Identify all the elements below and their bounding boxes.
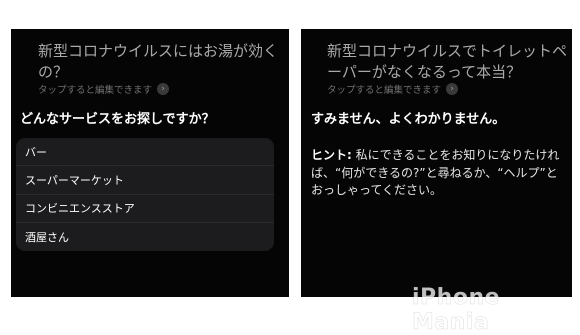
chevron-right-icon[interactable]: ›	[157, 83, 170, 95]
siri-response: すみません、よくわかりません。	[311, 112, 506, 127]
siri-response: どんなサービスをお探しですか？	[20, 112, 215, 127]
help-tip: ヒント: 私にできることをお知りになりたければ、“何ができるの?”と尋ねるか、“…	[311, 147, 561, 200]
option-item[interactable]: 酒屋さん	[16, 223, 274, 251]
watermark-logo: iPhone Mania	[412, 285, 501, 335]
siri-query[interactable]: 新型コロナウイルスでトイレットペーパーがなくなるって本当？	[327, 41, 567, 83]
chevron-right-icon[interactable]: ›	[446, 83, 459, 95]
edit-hint[interactable]: タップすると編集できます ›	[327, 82, 459, 96]
siri-panel-left: 新型コロナウイルスにはお湯が効くの？ タップすると編集できます › どんなサービ…	[11, 29, 289, 297]
help-label: ヒント:	[311, 148, 352, 162]
edit-hint[interactable]: タップすると編集できます ›	[38, 82, 170, 96]
service-options-list: バー スーパーマーケット コンビニエンスストア 酒屋さん	[16, 138, 274, 251]
option-item[interactable]: スーパーマーケット	[16, 166, 274, 195]
siri-query[interactable]: 新型コロナウイルスにはお湯が効くの？	[38, 41, 286, 83]
edit-hint-label: タップすると編集できます	[327, 85, 442, 96]
siri-panel-right: 新型コロナウイルスでトイレットペーパーがなくなるって本当？ タップすると編集でき…	[301, 29, 572, 297]
edit-hint-label: タップすると編集できます	[38, 85, 153, 96]
option-item[interactable]: バー	[16, 138, 274, 167]
option-item[interactable]: コンビニエンスストア	[16, 195, 274, 223]
